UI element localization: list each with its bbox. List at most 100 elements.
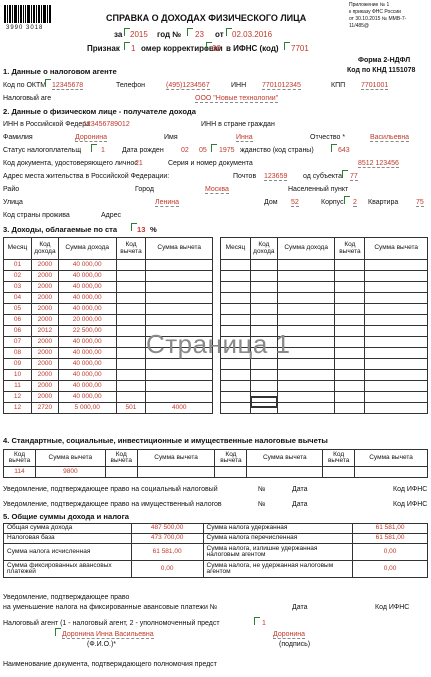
month-cell[interactable]: 06 [3,325,32,337]
income-sum-cell[interactable]: 40 000,00 [57,369,117,381]
apartment-value[interactable]: 75 [416,199,424,207]
month-cell[interactable]: 05 [3,303,32,315]
income-code-cell[interactable] [249,314,278,326]
patronymic-value[interactable]: Васильевна [370,134,410,142]
deduction-code-cell[interactable] [334,303,366,315]
street-value[interactable]: Ленина [155,199,180,207]
month-cell[interactable] [220,391,251,403]
deduction-code-cell[interactable] [115,314,147,326]
month-cell[interactable] [220,281,251,293]
income-sum-cell[interactable]: 40 000,00 [57,380,117,392]
deduction-sum-cell[interactable] [145,270,213,282]
selected-cell[interactable] [250,396,278,408]
deduction-code-cell[interactable] [115,270,147,282]
surname-value[interactable]: Доронина [75,134,108,142]
total-value[interactable]: 487 500,00 [130,523,204,534]
income-sum-cell[interactable] [276,292,336,304]
income-code-cell[interactable]: 2000 [30,380,59,392]
header-ifns-value[interactable]: 7701 [291,45,309,53]
month-cell[interactable]: 12 [3,402,32,414]
month-cell[interactable] [220,369,251,381]
deduction-sum-cell[interactable] [364,358,428,370]
income-code-cell[interactable]: 2720 [30,402,59,414]
month-cell[interactable] [220,292,251,304]
deduction-code-cell[interactable]: 501 [115,402,147,414]
month-cell[interactable]: 03 [3,281,32,293]
income-sum-cell[interactable] [276,314,336,326]
deduction-sum-cell[interactable] [145,369,213,381]
month-cell[interactable]: 11 [3,380,32,392]
income-sum-cell[interactable]: 5 000,00 [57,402,117,414]
month-cell[interactable]: 08 [3,347,32,359]
inn-value[interactable]: 7701012345 [262,82,301,90]
deduction-sum-cell[interactable] [364,336,428,348]
deduction-sum-cell[interactable] [354,466,428,478]
total-value[interactable]: 61 581,00 [130,543,204,561]
status-value[interactable]: 1 [101,147,105,154]
deduction-code-cell[interactable] [115,380,147,392]
deduction-code-cell[interactable] [334,281,366,293]
income-code-cell[interactable]: 2012 [30,325,59,337]
month-cell[interactable]: 12 [3,391,32,403]
deduction-code-cell[interactable] [334,391,366,403]
income-sum-cell[interactable]: 40 000,00 [57,281,117,293]
income-sum-cell[interactable] [276,369,336,381]
deduction-sum-cell[interactable] [145,380,213,392]
oktmo-value[interactable]: 12345678 [52,82,84,90]
month-cell[interactable] [220,358,251,370]
deduction-sum-cell[interactable] [136,466,216,478]
deduction-code-cell[interactable] [322,466,356,478]
income-code-cell[interactable] [249,358,278,370]
postcode-value[interactable]: 123659 [264,173,288,181]
deduction-code-cell[interactable] [334,292,366,304]
income-sum-cell[interactable]: 40 000,00 [57,270,117,282]
month-cell[interactable]: 04 [3,292,32,304]
month-cell[interactable] [220,270,251,282]
building-value[interactable]: 2 [353,199,357,207]
doc-value[interactable]: 21 [135,160,143,167]
income-code-cell[interactable]: 2000 [30,281,59,293]
income-code-cell[interactable] [249,369,278,381]
deduction-code-cell[interactable] [334,402,366,414]
deduction-sum-cell[interactable]: 9800 [34,466,106,478]
inn-rf-value[interactable]: 123456789012 [83,121,130,128]
series-value[interactable]: 8512 123456 [358,160,399,168]
income-sum-cell[interactable] [276,303,336,315]
month-cell[interactable]: 02 [3,270,32,282]
name-value[interactable]: Инна [236,134,253,142]
deduction-code-cell[interactable] [115,347,147,359]
phone-value[interactable]: (495)1234567 [166,82,210,90]
income-code-cell[interactable] [249,380,278,392]
deduction-code-cell[interactable] [214,466,248,478]
total-value[interactable]: 473 700,00 [130,533,204,544]
income-code-cell[interactable] [249,281,278,293]
header-korr-value[interactable]: 00 [212,45,221,53]
income-code-cell[interactable]: 2000 [30,347,59,359]
deduction-sum-cell[interactable] [145,281,213,293]
income-sum-cell[interactable]: 20 000,00 [57,314,117,326]
income-sum-cell[interactable] [276,402,336,414]
deduction-sum-cell[interactable] [364,270,428,282]
tax-value[interactable]: 0,00 [352,543,428,561]
region-code-value[interactable]: 77 [350,173,358,181]
deduction-sum-cell[interactable] [246,466,324,478]
agent-value[interactable]: ООО "Новые технологии" [195,95,279,103]
deduction-code-cell[interactable] [334,369,366,381]
income-code-cell[interactable] [249,270,278,282]
month-cell[interactable]: 06 [3,314,32,326]
citizen-value[interactable]: 643 [338,147,350,154]
income-code-cell[interactable]: 2000 [30,391,59,403]
deduction-sum-cell[interactable] [145,303,213,315]
header-priznak-value[interactable]: 1 [131,45,135,53]
deduction-sum-cell[interactable] [364,259,428,271]
signer-fio[interactable]: Доронина Инна Васильевна [62,631,154,639]
income-code-cell[interactable]: 2000 [30,314,59,326]
deduction-sum-cell[interactable] [364,303,428,315]
month-cell[interactable]: 07 [3,336,32,348]
month-cell[interactable]: 01 [3,259,32,271]
deduction-code-cell[interactable] [334,259,366,271]
income-code-cell[interactable] [249,259,278,271]
income-code-cell[interactable]: 2000 [30,259,59,271]
income-sum-cell[interactable] [276,270,336,282]
deduction-sum-cell[interactable] [364,325,428,337]
